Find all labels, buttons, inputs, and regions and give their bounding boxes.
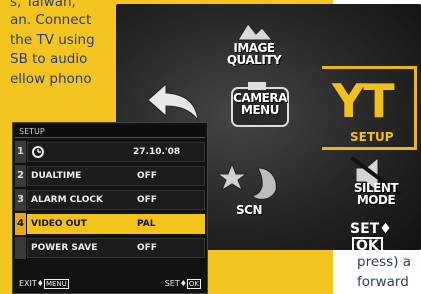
row-value: PAL [137,219,156,229]
setting-row[interactable]: 1 27.10.'08 12:52 [15,141,205,179]
row-value: OFF [137,171,157,181]
page-text-line: the TV using [10,32,95,48]
row-value: OFF [137,195,157,205]
clock-icon [31,141,45,167]
menu-item-silent-mode[interactable]: SILENT MODE [338,152,414,214]
setting-row[interactable]: 3 ALARM CLOCK OFF [15,189,205,211]
ok-button-label: OK [352,237,383,255]
set-label: SET [350,221,380,237]
row-number: 3 [15,189,26,211]
row-label: POWER SAVE [31,243,98,253]
menu-item-label: QUALITY [226,53,282,67]
row-number: 2 [15,165,26,187]
menu-item-label: MENU [241,103,279,117]
setup-menu-screen: SETUP 1 27.10.'08 12:52 2 DUALTIME OFF 3… [12,122,208,294]
menu-item-label: SETUP [350,130,394,144]
page-text-line: SB to audio [10,51,88,67]
setting-row-selected[interactable]: 4 VIDEO OUT PAL [15,213,205,235]
screen-title: SETUP [15,125,205,138]
menu-item-label: MODE [356,193,396,207]
setting-row[interactable]: 2 DUALTIME OFF [15,165,205,187]
row-number [15,237,26,259]
page-text-line: s, Taiwan, [10,0,76,10]
page-text-line: press) a [357,254,412,270]
page-text-line: forward [357,274,409,290]
row-number: 4 [15,213,26,235]
setting-row[interactable]: POWER SAVE OFF [15,237,205,259]
setup-icon: YT [332,74,395,128]
row-value: OFF [137,243,157,253]
menu-item-image-quality[interactable]: IMAGE QUALITY [216,20,292,66]
row-label: VIDEO OUT [31,219,87,229]
page-text-line: an. Connect [10,12,92,28]
screen-footer: EXIT♦ MENU SET♦ OK [15,278,205,291]
set-label: SET [164,279,180,288]
row-number: 1 [15,141,26,163]
menu-button-label: MENU [43,279,69,289]
exit-label: EXIT [19,279,37,288]
set-ok-hint: SET♦OK [350,221,392,255]
back-arrow-icon[interactable] [144,78,202,124]
ok-button-label: OK [186,279,201,289]
row-label: DUALTIME [31,171,82,181]
image-quality-icon [237,23,274,41]
menu-item-scn[interactable]: SCN [214,160,290,230]
set-ok-hint: SET♦OK [164,279,201,289]
row-label: ALARM CLOCK [31,195,103,205]
page-text-line: ellow phono [10,71,92,87]
exit-hint: EXIT♦ MENU [19,279,69,289]
menu-item-camera-menu[interactable]: CAMERA MENU [222,78,298,127]
menu-item-label: SCN [236,203,263,217]
